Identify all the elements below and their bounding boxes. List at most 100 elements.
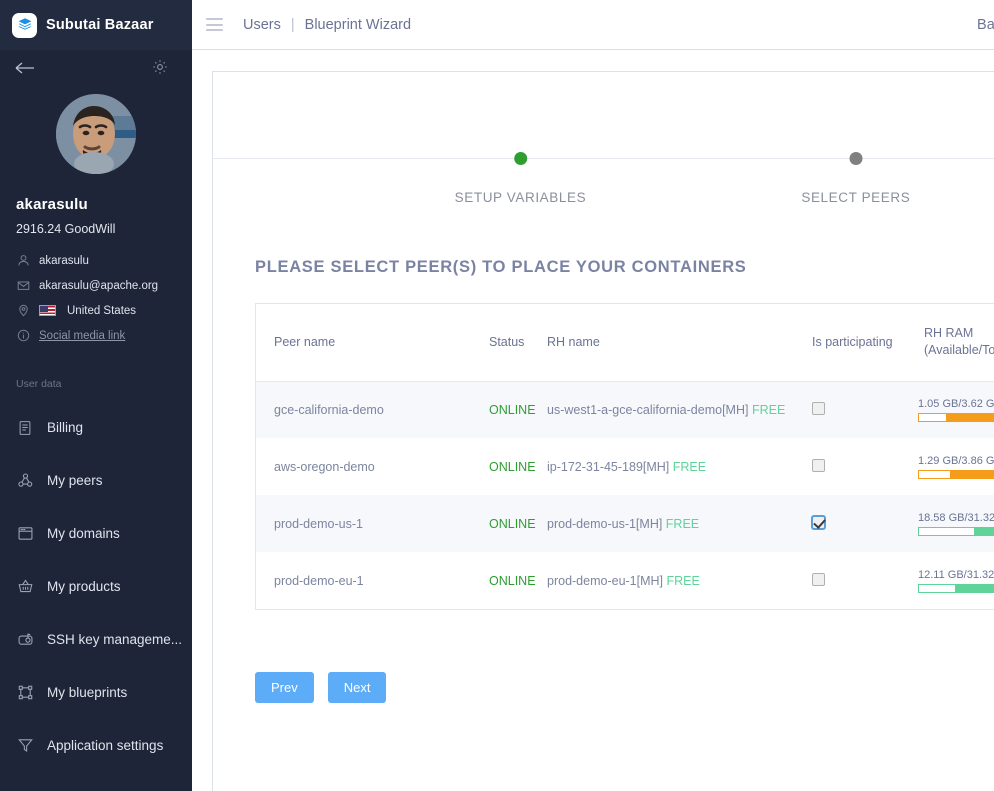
info-icon xyxy=(16,329,30,343)
breadcrumb: Users | Blueprint Wizard xyxy=(243,17,411,33)
cell-rh-ram: 1.29 GB/3.86 GB xyxy=(906,438,994,495)
cell-rh-name: prod-demo-eu-1[MH] FREE xyxy=(547,573,700,588)
col-header-rh-name: RH name xyxy=(529,304,794,382)
network-nodes-icon xyxy=(16,472,34,490)
balance-label[interactable]: Bal xyxy=(977,17,994,33)
back-arrow-icon[interactable] xyxy=(14,58,36,78)
sidebar: Subutai Bazaar akarasulu 2916.24 GoodWil… xyxy=(0,0,192,791)
cell-status: ONLINE xyxy=(471,495,536,552)
cell-peer-name: aws-oregon-demo xyxy=(274,459,375,474)
ram-progress-bar xyxy=(918,526,994,536)
status-badge: ONLINE xyxy=(489,459,536,474)
sidebar-item-my-domains[interactable]: My domains xyxy=(0,507,192,560)
profile-meta-username: akarasulu xyxy=(16,248,192,273)
step-label: SELECT PEERS xyxy=(801,190,911,205)
avatar-wrap xyxy=(0,94,192,174)
avatar[interactable] xyxy=(56,94,136,174)
cell-status: ONLINE xyxy=(471,381,536,438)
sidebar-top-actions xyxy=(0,50,192,88)
sidebar-item-my-products[interactable]: My products xyxy=(0,560,192,613)
cell-peer-name: gce-california-demo xyxy=(256,381,471,438)
status-badge: ONLINE xyxy=(489,402,536,417)
participating-checkbox[interactable] xyxy=(812,458,825,472)
ram-used-segment xyxy=(954,584,994,592)
app-root: Subutai Bazaar akarasulu 2916.24 GoodWil… xyxy=(0,0,994,791)
ram-progress-bar xyxy=(918,412,994,422)
sidebar-item-application-settings[interactable]: Application settings xyxy=(0,719,192,772)
brand[interactable]: Subutai Bazaar xyxy=(0,0,192,50)
blueprint-nodes-icon xyxy=(16,684,34,702)
prev-button[interactable]: Prev xyxy=(255,672,314,703)
col-header-rh-ram: RH RAM (Available/Total) xyxy=(906,304,994,382)
breadcrumb-users[interactable]: Users xyxy=(243,17,281,33)
profile-meta-email: akarasulu@apache.org xyxy=(16,273,192,298)
col-header-status: Status xyxy=(471,304,529,382)
sidebar-item-ssh-key-management[interactable]: SSH key manageme... xyxy=(0,613,192,666)
us-flag-icon xyxy=(39,305,56,316)
col-header-rh-ram-line2: (Available/Total) xyxy=(924,343,994,358)
next-button[interactable]: Next xyxy=(327,672,387,703)
sidebar-item-label: Application settings xyxy=(47,738,164,753)
cell-rh-ram: 12.11 GB/31.32 GB xyxy=(906,552,994,609)
ram-progress-bar xyxy=(918,469,994,479)
table-header-row: Peer name Status RH name Is participatin… xyxy=(256,304,994,382)
sidebar-item-label: My domains xyxy=(47,526,120,541)
profile-meta-country-text: United States xyxy=(67,304,137,317)
table-row[interactable]: gce-california-demo ONLINE us-west1-a-gce-… xyxy=(256,381,994,438)
sidebar-item-billing[interactable]: Billing xyxy=(0,401,192,454)
profile-meta-country: United States xyxy=(16,298,192,323)
profile-goodwill: 2916.24 GoodWill xyxy=(16,222,116,236)
main-content: Users | Blueprint Wizard Bal SETUP VARIA… xyxy=(192,0,994,791)
step-setup-variables[interactable]: SETUP VARIABLES xyxy=(455,152,587,205)
participating-checkbox[interactable] xyxy=(812,515,825,529)
profile-username: akarasulu xyxy=(16,196,88,213)
table-row[interactable]: prod-demo-eu-1 ONLINE prod-demo-eu-1[MH] F… xyxy=(256,552,994,609)
cell-status: ONLINE xyxy=(471,438,536,495)
cell-status: ONLINE xyxy=(471,552,536,609)
envelope-icon xyxy=(16,279,30,293)
sidebar-item-label: Billing xyxy=(47,420,84,435)
peers-table: Peer name Status RH name Is participatin… xyxy=(256,304,994,609)
ram-used-segment xyxy=(949,470,994,478)
table-row[interactable]: aws-oregon-demo ONLINE ip-172-31-45-189[MH… xyxy=(256,438,994,495)
ram-text: 12.11 GB/31.32 GB xyxy=(918,568,994,581)
cell-rh-name: us-west1-a-gce-california-demo[MH] FREE xyxy=(529,381,794,438)
table-row[interactable]: prod-demo-us-1 ONLINE prod-demo-us-1[MH] F… xyxy=(256,495,994,552)
col-header-rh-ram-line1: RH RAM xyxy=(924,326,974,341)
col-header-is-participating: Is participating xyxy=(794,304,906,382)
step-select-peers[interactable]: SELECT PEERS xyxy=(801,152,910,205)
profile-meta-social-text[interactable]: Social media link xyxy=(39,330,125,342)
ram-available-segment xyxy=(919,584,955,592)
ram-progress-bar xyxy=(918,583,994,593)
participating-checkbox[interactable] xyxy=(812,401,825,415)
sidebar-nav: Billing My peers My domains My products … xyxy=(0,401,192,772)
gear-icon[interactable] xyxy=(152,59,168,75)
peers-table-card: Peer name Status RH name Is participatin… xyxy=(255,303,994,610)
ram-used-segment xyxy=(973,527,994,535)
ram-text: 1.29 GB/3.86 GB xyxy=(918,454,994,467)
breadcrumb-blueprint-wizard: Blueprint Wizard xyxy=(304,16,412,33)
status-badge: ONLINE xyxy=(489,516,536,531)
layers-icon xyxy=(12,12,37,38)
participating-checkbox[interactable] xyxy=(812,572,825,586)
cell-rh-ram: 1.05 GB/3.62 GB xyxy=(906,381,994,438)
wizard-panel: SETUP VARIABLES SELECT PEERS PLEASE SELE… xyxy=(212,71,994,791)
hamburger-icon[interactable] xyxy=(206,18,223,31)
profile-meta-social[interactable]: Social media link xyxy=(16,323,192,348)
rh-free-tag: FREE xyxy=(665,516,700,531)
step-label: SETUP VARIABLES xyxy=(454,190,587,205)
sidebar-item-label: My blueprints xyxy=(47,685,128,700)
window-icon xyxy=(16,525,34,543)
wizard-actions: Prev Next xyxy=(255,672,994,703)
sidebar-item-label: My peers xyxy=(47,473,103,488)
cell-peer-name: prod-demo-us-1 xyxy=(256,495,471,552)
cell-rh-name: prod-demo-us-1[MH] FREE xyxy=(529,495,794,552)
sidebar-item-my-blueprints[interactable]: My blueprints xyxy=(0,666,192,719)
sidebar-item-my-peers[interactable]: My peers xyxy=(0,454,192,507)
key-icon xyxy=(16,631,34,649)
ram-text: 18.58 GB/31.32 GB xyxy=(918,511,994,524)
ram-available-segment xyxy=(919,413,946,421)
peers-table-body: gce-california-demo ONLINE us-west1-a-gce-… xyxy=(256,381,994,609)
funnel-icon xyxy=(16,737,34,755)
sidebar-section-label: User data xyxy=(16,378,62,390)
